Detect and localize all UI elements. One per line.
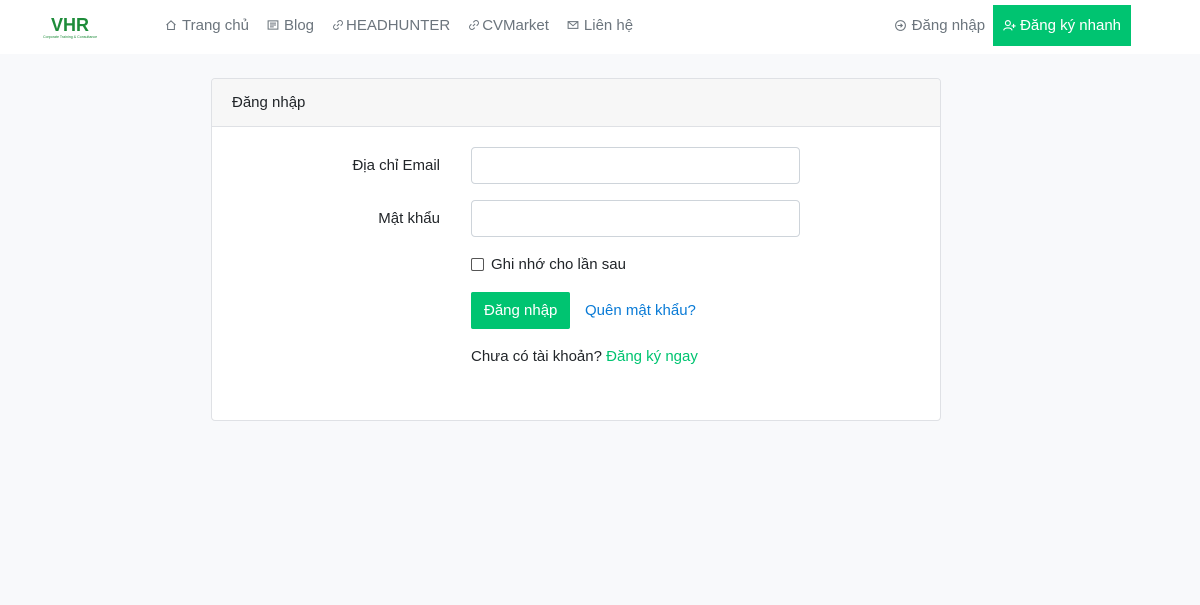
nav-item-blog[interactable]: Blog bbox=[266, 17, 314, 34]
link-icon bbox=[331, 18, 345, 32]
logo-tagline: Corporate Training & Consultance bbox=[43, 35, 97, 39]
vhr-logo[interactable]: VHR Corporate Training & Consultance bbox=[42, 14, 108, 40]
forgot-password-link[interactable]: Quên mật khẩu? bbox=[585, 302, 696, 319]
nav-item-label: HEADHUNTER bbox=[346, 16, 451, 34]
nav-item-headhunter[interactable]: HEADHUNTER bbox=[331, 17, 450, 34]
remember-checkbox[interactable] bbox=[471, 258, 484, 271]
nav-item-contact[interactable]: Liên hệ bbox=[566, 17, 633, 34]
login-card: Đăng nhập Địa chỉ Email Mật khẩu Ghi nhớ… bbox=[211, 78, 941, 421]
signup-prompt: Chưa có tài khoản? Đăng ký ngay bbox=[471, 348, 698, 365]
home-icon bbox=[164, 18, 178, 32]
top-navbar: VHR Corporate Training & Consultance Tra… bbox=[0, 0, 1200, 54]
newspaper-icon bbox=[266, 18, 280, 32]
auth-nav: Đăng nhập Đăng ký nhanh bbox=[894, 5, 1131, 46]
quick-register-button[interactable]: Đăng ký nhanh bbox=[993, 5, 1131, 46]
nav-item-label: Liên hệ bbox=[583, 16, 634, 34]
nav-login-label: Đăng nhập bbox=[911, 17, 986, 34]
user-plus-icon bbox=[1003, 19, 1017, 33]
email-field[interactable] bbox=[471, 147, 800, 184]
quick-register-label: Đăng ký nhanh bbox=[1020, 17, 1121, 34]
sign-in-icon bbox=[894, 19, 908, 33]
main-nav: Trang chủ Blog HEADHUNTER CVMarket Liên … bbox=[164, 0, 650, 50]
remember-label: Ghi nhớ cho lần sau bbox=[491, 256, 626, 273]
logo-text: VHR bbox=[51, 15, 89, 35]
nav-item-home[interactable]: Trang chủ bbox=[164, 17, 249, 34]
nav-item-label: Blog bbox=[283, 16, 315, 34]
login-card-header: Đăng nhập bbox=[212, 79, 940, 127]
email-label: Địa chỉ Email bbox=[352, 157, 440, 174]
remember-me[interactable]: Ghi nhớ cho lần sau bbox=[471, 256, 626, 273]
envelope-icon bbox=[566, 18, 580, 32]
nav-item-label: Trang chủ bbox=[182, 16, 249, 34]
login-submit-button[interactable]: Đăng nhập bbox=[471, 292, 571, 329]
login-card-title: Đăng nhập bbox=[232, 94, 306, 111]
no-account-text: Chưa có tài khoản? bbox=[471, 348, 602, 365]
signup-link[interactable]: Đăng ký ngay bbox=[606, 348, 698, 365]
nav-login-link[interactable]: Đăng nhập bbox=[894, 17, 985, 34]
password-field[interactable] bbox=[471, 200, 800, 237]
password-label: Mật khẩu bbox=[378, 210, 440, 227]
nav-item-cvmarket[interactable]: CVMarket bbox=[467, 17, 549, 34]
link-icon bbox=[467, 18, 481, 32]
nav-item-label: CVMarket bbox=[482, 16, 549, 34]
